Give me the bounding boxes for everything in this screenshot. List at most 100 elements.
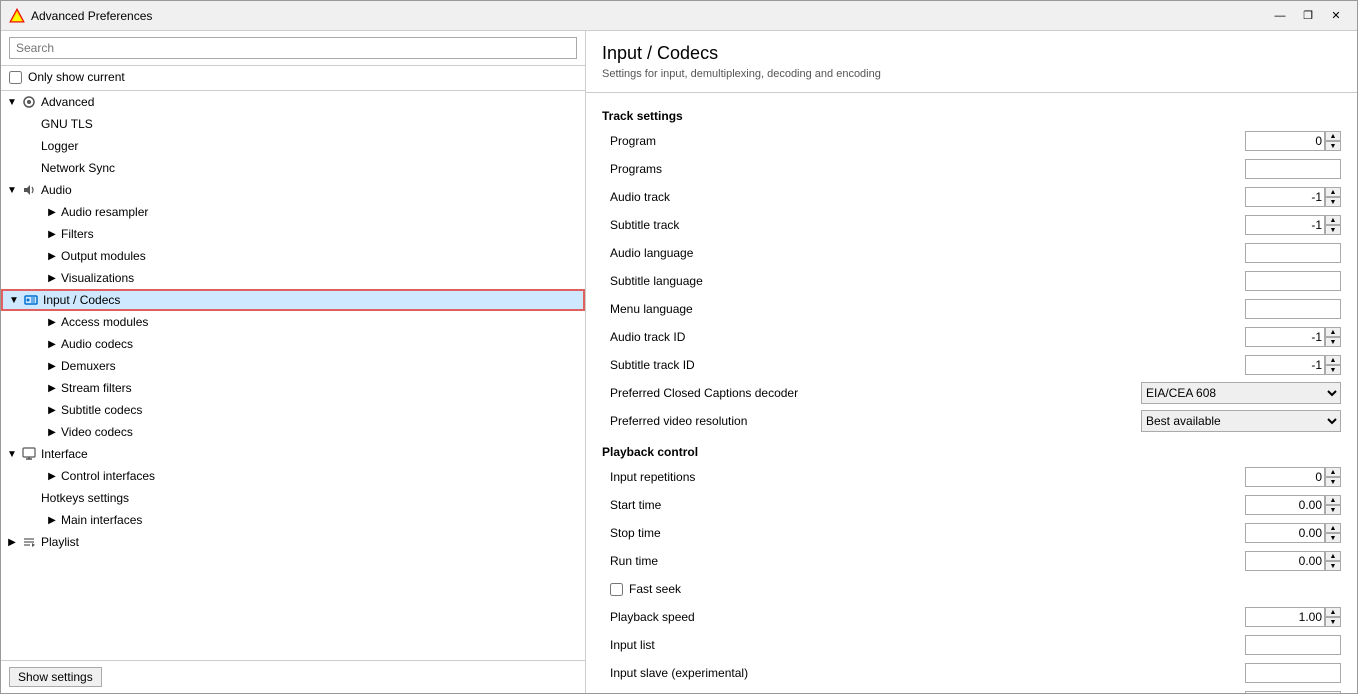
sidebar-item-video-codecs[interactable]: ▶ Video codecs (1, 421, 585, 443)
run-time-spinbox-down[interactable]: ▼ (1325, 561, 1341, 571)
sidebar-item-audio-resampler[interactable]: ▶ Audio resampler (1, 201, 585, 223)
bookmarks-list-input[interactable] (1245, 691, 1341, 693)
subtitle-track-spinbox-input[interactable] (1245, 215, 1325, 235)
stop-time-spinbox-down[interactable]: ▼ (1325, 533, 1341, 543)
sidebar-item-label-logger: Logger (41, 139, 78, 153)
input-list-input[interactable] (1245, 635, 1341, 655)
subtitle-track-spinbox-up[interactable]: ▲ (1325, 215, 1341, 225)
program-spinbox-up[interactable]: ▲ (1325, 131, 1341, 141)
audio-track-id-spinbox-down[interactable]: ▼ (1325, 337, 1341, 347)
setting-row-preferred-video-res: Preferred video resolution Best availabl… (602, 409, 1341, 433)
chevron-right-icon: ▶ (45, 425, 59, 439)
chevron-right-icon: ▶ (45, 205, 59, 219)
sidebar-item-filters[interactable]: ▶ Filters (1, 223, 585, 245)
subtitle-track-id-spinbox-input[interactable] (1245, 355, 1325, 375)
chevron-right-icon: ▶ (45, 359, 59, 373)
sidebar-item-label-gnu-tls: GNU TLS (41, 117, 93, 131)
sidebar-item-demuxers[interactable]: ▶ Demuxers (1, 355, 585, 377)
sidebar-item-audio-codecs[interactable]: ▶ Audio codecs (1, 333, 585, 355)
minimize-button[interactable]: — (1267, 6, 1293, 26)
spacer (25, 161, 39, 175)
app-icon (9, 8, 25, 24)
setting-control-subtitle-language (1245, 271, 1341, 291)
sidebar-item-label-audio: Audio (41, 183, 72, 197)
program-spinbox-down[interactable]: ▼ (1325, 141, 1341, 151)
input-repetitions-spinbox-input[interactable] (1245, 467, 1325, 487)
sidebar-item-gnu-tls[interactable]: GNU TLS (1, 113, 585, 135)
sidebar-item-visualizations[interactable]: ▶ Visualizations (1, 267, 585, 289)
setting-row-playback-speed: Playback speed ▲ ▼ (602, 605, 1341, 629)
sidebar-item-audio[interactable]: ▼ Audio (1, 179, 585, 201)
sidebar-item-label-filters: Filters (61, 227, 94, 241)
section-header-track-settings: Track settings (602, 109, 1341, 123)
audio-track-spinbox-down[interactable]: ▼ (1325, 197, 1341, 207)
subtitle-language-input[interactable] (1245, 271, 1341, 291)
playback-speed-spinbox-down[interactable]: ▼ (1325, 617, 1341, 627)
subtitle-track-id-spinbox-down[interactable]: ▼ (1325, 365, 1341, 375)
sidebar-item-access-modules[interactable]: ▶ Access modules (1, 311, 585, 333)
run-time-spinbox-up[interactable]: ▲ (1325, 551, 1341, 561)
audio-language-input[interactable] (1245, 243, 1341, 263)
program-spinbox-input[interactable] (1245, 131, 1325, 151)
audio-track-id-spinbox-up[interactable]: ▲ (1325, 327, 1341, 337)
close-button[interactable]: ✕ (1323, 6, 1349, 26)
programs-text-input[interactable] (1245, 159, 1341, 179)
audio-track-id-spinbox-input[interactable] (1245, 327, 1325, 347)
sidebar-item-subtitle-codecs[interactable]: ▶ Subtitle codecs (1, 399, 585, 421)
maximize-button[interactable]: ❐ (1295, 6, 1321, 26)
setting-row-audio-track-id: Audio track ID ▲ ▼ (602, 325, 1341, 349)
chevron-down-icon: ▼ (5, 447, 19, 461)
playback-speed-spinbox-input[interactable] (1245, 607, 1325, 627)
start-time-spinbox-input[interactable] (1245, 495, 1325, 515)
chevron-right-icon: ▶ (45, 403, 59, 417)
setting-row-audio-track: Audio track ▲ ▼ (602, 185, 1341, 209)
audio-track-spinbox-up[interactable]: ▲ (1325, 187, 1341, 197)
sidebar-item-playlist[interactable]: ▶ Playlist (1, 531, 585, 553)
playlist-icon (21, 534, 37, 550)
sidebar-item-stream-filters[interactable]: ▶ Stream filters (1, 377, 585, 399)
input-slave-input[interactable] (1245, 663, 1341, 683)
playback-speed-spinbox-up[interactable]: ▲ (1325, 607, 1341, 617)
page-subtitle: Settings for input, demultiplexing, deco… (602, 68, 1341, 80)
sidebar-item-label-interface: Interface (41, 447, 88, 461)
sidebar-item-hotkeys-settings[interactable]: Hotkeys settings (1, 487, 585, 509)
sidebar-item-input-codecs[interactable]: ▼ Input / Codecs (1, 289, 585, 311)
setting-row-stop-time: Stop time ▲ ▼ (602, 521, 1341, 545)
playback-speed-spinbox-buttons: ▲ ▼ (1325, 607, 1341, 627)
chevron-down-icon: ▼ (5, 95, 19, 109)
audio-track-spinbox-buttons: ▲ ▼ (1325, 187, 1341, 207)
setting-label-input-repetitions: Input repetitions (602, 470, 1245, 484)
sidebar-item-network-sync[interactable]: Network Sync (1, 157, 585, 179)
stop-time-spinbox-input[interactable] (1245, 523, 1325, 543)
sidebar-item-control-interfaces[interactable]: ▶ Control interfaces (1, 465, 585, 487)
subtitle-track-id-spinbox-up[interactable]: ▲ (1325, 355, 1341, 365)
start-time-spinbox-up[interactable]: ▲ (1325, 495, 1341, 505)
setting-label-subtitle-track: Subtitle track (602, 218, 1245, 232)
preferred-video-res-dropdown[interactable]: Best available 4K 1080p 720p 480p (1141, 410, 1341, 432)
sidebar-item-label-playlist: Playlist (41, 535, 79, 549)
input-repetitions-spinbox-up[interactable]: ▲ (1325, 467, 1341, 477)
only-show-current-checkbox[interactable] (9, 71, 22, 84)
sidebar-item-advanced[interactable]: ▼ Advanced (1, 91, 585, 113)
chevron-right-icon: ▶ (45, 271, 59, 285)
setting-label-preferred-video-res: Preferred video resolution (602, 414, 1141, 428)
sidebar-item-main-interfaces[interactable]: ▶ Main interfaces (1, 509, 585, 531)
show-settings-button[interactable]: Show settings (9, 667, 102, 687)
subtitle-track-spinbox-down[interactable]: ▼ (1325, 225, 1341, 235)
setting-row-audio-language: Audio language (602, 241, 1341, 265)
sidebar-item-interface[interactable]: ▼ Interface (1, 443, 585, 465)
input-repetitions-spinbox-down[interactable]: ▼ (1325, 477, 1341, 487)
bottom-bar: Show settings (1, 660, 585, 693)
audio-track-spinbox-input[interactable] (1245, 187, 1325, 207)
run-time-spinbox-input[interactable] (1245, 551, 1325, 571)
stop-time-spinbox-up[interactable]: ▲ (1325, 523, 1341, 533)
sidebar-item-logger[interactable]: Logger (1, 135, 585, 157)
setting-row-subtitle-language: Subtitle language (602, 269, 1341, 293)
search-input[interactable] (9, 37, 577, 59)
sidebar-item-output-modules[interactable]: ▶ Output modules (1, 245, 585, 267)
preferred-cc-decoder-dropdown[interactable]: EIA/CEA 608 EIA/CEA 708 (1141, 382, 1341, 404)
menu-language-input[interactable] (1245, 299, 1341, 319)
setting-control-input-list (1245, 635, 1341, 655)
fast-seek-checkbox[interactable] (610, 583, 623, 596)
start-time-spinbox-down[interactable]: ▼ (1325, 505, 1341, 515)
